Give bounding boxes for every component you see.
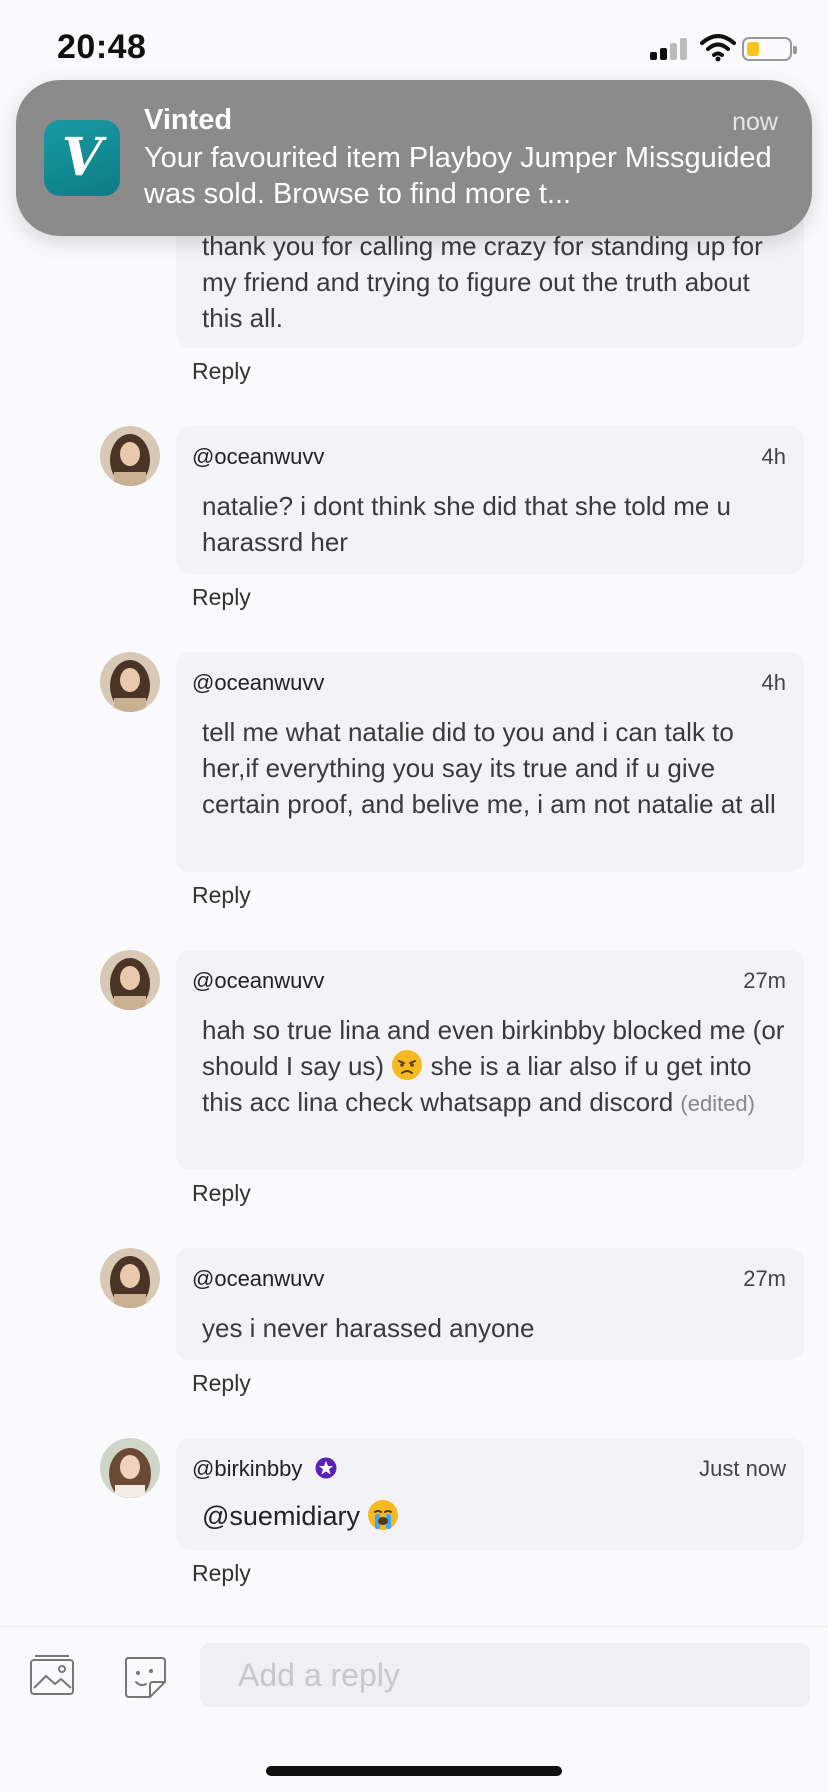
notification-time: now: [732, 108, 778, 136]
reply-button[interactable]: Reply: [192, 882, 251, 909]
reply-button[interactable]: Reply: [192, 358, 251, 385]
comment-text: thank you for calling me crazy for stand…: [202, 231, 763, 333]
sticker-icon[interactable]: [122, 1654, 168, 1700]
star-badge-icon: [315, 1457, 337, 1479]
mention-link[interactable]: @suemidiary: [202, 1501, 360, 1531]
avatar[interactable]: [100, 652, 160, 712]
home-indicator[interactable]: [266, 1766, 562, 1776]
reply-button[interactable]: Reply: [192, 584, 251, 611]
comment-username[interactable]: @birkinbby: [192, 1456, 337, 1482]
avatar[interactable]: [100, 950, 160, 1010]
notification-app-name: Vinted: [144, 104, 233, 136]
reply-button[interactable]: Reply: [192, 1560, 251, 1587]
comment-username-text[interactable]: @birkinbby: [192, 1456, 302, 1481]
push-notification[interactable]: V Vinted now Your favourited item Playbo…: [16, 80, 812, 236]
comment-bubble: @oceanwuvv 27m hah so true lina and even…: [176, 950, 804, 1170]
comment-timestamp: 27m: [743, 968, 786, 993]
battery-icon: [742, 37, 797, 61]
comment-text: @suemidiary: [202, 1498, 792, 1534]
angry-face-icon: [391, 1049, 423, 1081]
image-icon[interactable]: [29, 1654, 75, 1696]
comment-bubble: @oceanwuvv 4h tell me what natalie did t…: [176, 652, 804, 872]
comment-bubble: @oceanwuvv 27m yes i never harassed anyo…: [176, 1248, 804, 1360]
comment-username[interactable]: @oceanwuvv: [192, 444, 324, 470]
notification-message: Your favourited item Playboy Jumper Miss…: [144, 142, 772, 210]
reply-button[interactable]: Reply: [192, 1370, 251, 1397]
comment-username[interactable]: @oceanwuvv: [192, 670, 324, 696]
comment-text: hah so true lina and even birkinbby bloc…: [202, 1012, 792, 1122]
comment-bubble: @birkinbby Just now @suemidiary: [176, 1438, 804, 1550]
comment-timestamp: 27m: [743, 1266, 786, 1291]
edited-label: (edited): [680, 1091, 755, 1116]
reply-button[interactable]: Reply: [192, 1180, 251, 1207]
comment-text: yes i never harassed anyone: [202, 1313, 535, 1343]
avatar[interactable]: [100, 426, 160, 486]
avatar[interactable]: [100, 1248, 160, 1308]
comment-timestamp: 4h: [761, 670, 786, 695]
comment-username[interactable]: @oceanwuvv: [192, 1266, 324, 1292]
avatar[interactable]: [100, 1438, 160, 1498]
crying-face-icon: [367, 1499, 399, 1531]
cellular-signal-icon: [650, 36, 692, 60]
comment-username[interactable]: @oceanwuvv: [192, 968, 324, 994]
status-time: 20:48: [57, 28, 147, 66]
comment-timestamp: Just now: [699, 1456, 786, 1481]
comment-timestamp: 4h: [761, 444, 786, 469]
comment-text: natalie? i dont think she did that she t…: [202, 491, 732, 557]
reply-input[interactable]: [200, 1643, 810, 1707]
comment-bubble: @oceanwuvv 4h natalie? i dont think she …: [176, 426, 804, 574]
comment-text: tell me what natalie did to you and i ca…: [202, 717, 776, 819]
vinted-app-icon: V: [44, 120, 120, 196]
wifi-icon: [700, 34, 736, 62]
